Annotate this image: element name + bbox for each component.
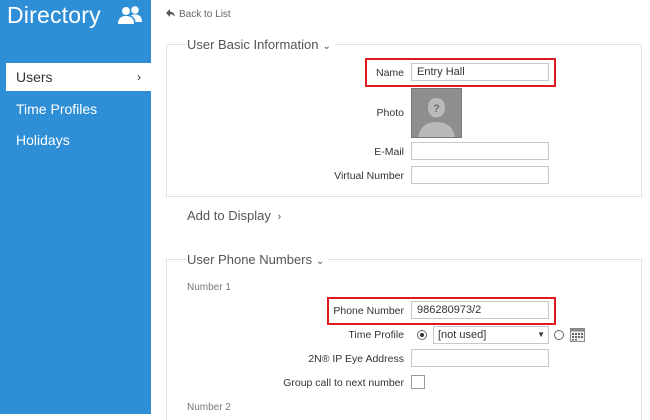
time-profile-select[interactable]: [not used] ▼ [433,326,549,344]
back-arrow-icon [166,9,175,20]
section-title-text: User Phone Numbers [187,252,312,267]
virtual-number-field[interactable] [411,166,549,184]
chevron-right-icon: › [137,70,141,84]
eye-address-label: 2N® IP Eye Address [308,353,404,365]
sidebar-item-holidays[interactable]: Holidays [0,126,151,154]
chevron-down-icon: ⌄ [316,256,325,267]
basic-info-section-title[interactable]: User Basic Information ⌄ [187,37,335,52]
virtual-number-label: Virtual Number [334,170,404,182]
add-to-display-section[interactable]: Add to Display › [187,208,281,223]
back-to-list-link[interactable]: Back to List [166,9,231,20]
time-profile-radio-calendar[interactable] [554,330,564,340]
name-label: Name [375,67,404,79]
number-1-label: Number 1 [187,282,231,293]
name-field[interactable] [411,63,549,81]
sidebar: Directory Users › Time Profiles Holidays [0,0,151,414]
time-profile-radio-selected[interactable] [417,330,427,340]
phone-numbers-section-title[interactable]: User Phone Numbers ⌄ [187,252,329,267]
sidebar-item-label: Time Profiles [16,101,98,117]
person-placeholder-icon[interactable]: ? [411,88,462,138]
eye-address-field[interactable] [411,349,549,367]
group-call-label: Group call to next number [283,377,404,389]
back-label: Back to List [179,9,231,20]
chevron-down-icon: ⌄ [322,41,331,52]
sidebar-item-time-profiles[interactable]: Time Profiles [0,95,151,123]
phone-number-field[interactable] [411,301,549,319]
email-field[interactable] [411,142,549,160]
sidebar-title: Directory [7,2,101,28]
time-profile-value: [not used] [438,329,487,341]
chevron-right-icon: › [277,211,282,223]
radio-dot [420,333,424,337]
users-icon [118,6,142,24]
calendar-icon[interactable] [570,327,585,342]
dropdown-caret-icon: ▼ [537,330,545,339]
email-label: E-Mail [374,146,404,158]
group-call-checkbox[interactable] [411,375,425,389]
photo-label: Photo [376,107,404,119]
sidebar-item-label: Holidays [16,132,70,148]
svg-text:?: ? [433,103,440,115]
sidebar-item-users[interactable]: Users › [6,63,151,91]
add-to-display-label: Add to Display [187,208,271,223]
sidebar-item-label: Users [16,69,53,85]
phone-number-label: Phone Number [333,305,404,317]
time-profile-label: Time Profile [348,329,404,341]
section-title-text: User Basic Information [187,37,319,52]
number-2-label: Number 2 [187,402,231,413]
